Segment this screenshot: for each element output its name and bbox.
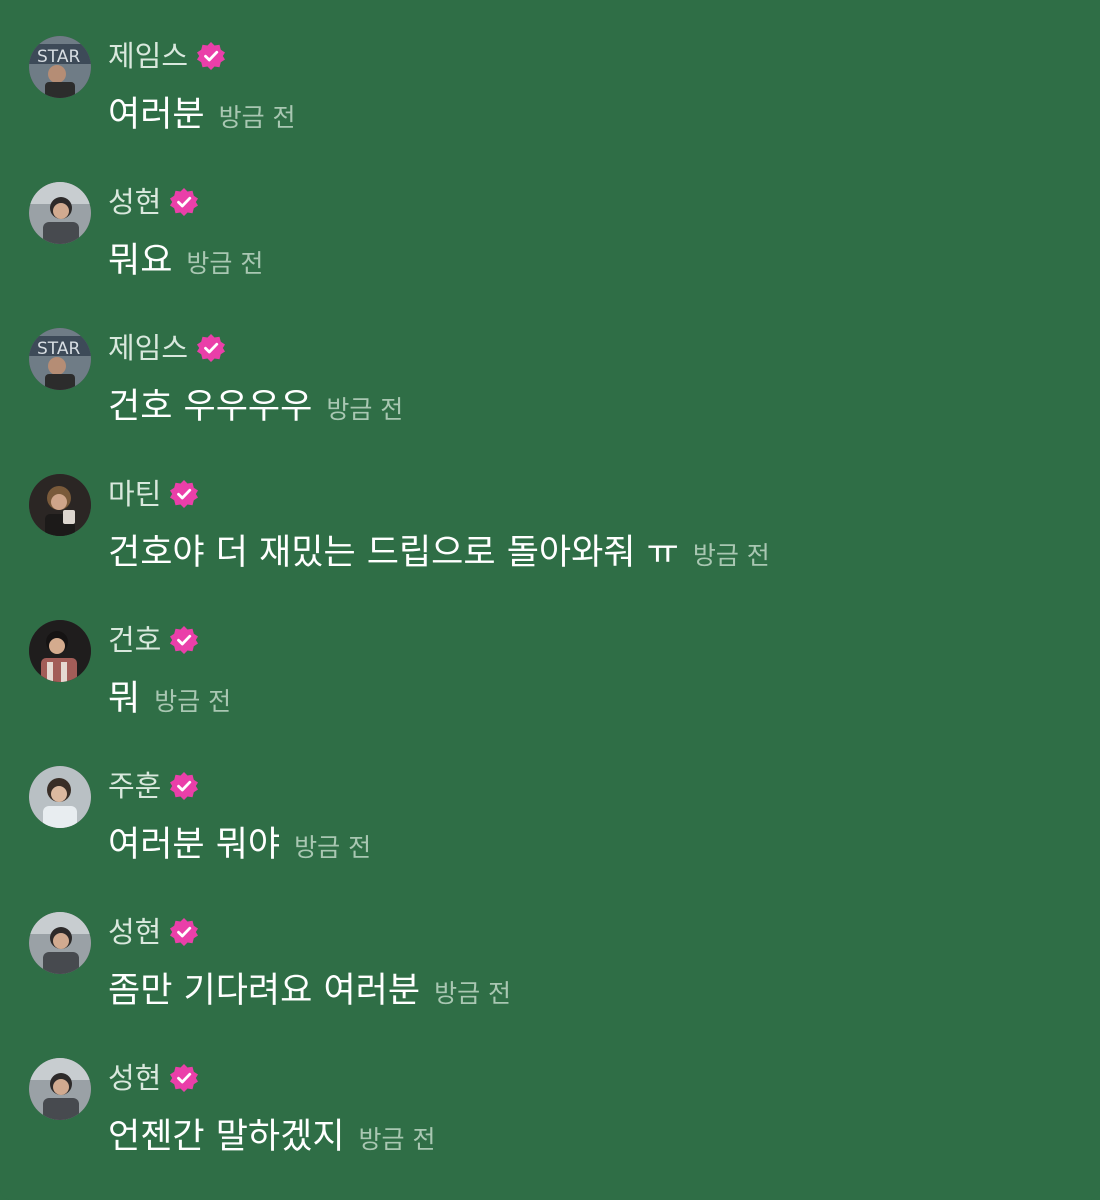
svg-text:STAR: STAR — [37, 339, 80, 359]
avatar-photo — [29, 620, 91, 682]
avatar[interactable]: STAR — [29, 328, 91, 390]
message-time: 방금 전 — [326, 395, 404, 424]
avatar[interactable]: STAR — [29, 36, 91, 98]
avatar[interactable] — [29, 182, 91, 244]
avatar-photo — [29, 474, 91, 536]
chat-message: STAR 제임스 건호 우우우우 방금 전 — [0, 292, 1100, 438]
message-body: 건호야 더 재밌는 드립으로 돌아와줘 ㅠ 방금 전 — [108, 530, 770, 578]
avatar-photo — [29, 912, 91, 974]
chat-message: 성현 좀만 기다려요 여러분 방금 전 — [0, 876, 1100, 1022]
message-time: 방금 전 — [186, 249, 264, 278]
message-header: 성현 — [108, 1056, 199, 1100]
message-header: 제임스 — [108, 326, 226, 370]
avatar-photo: STAR — [29, 36, 91, 98]
chat-message: 성현 뭐요 방금 전 — [0, 146, 1100, 292]
message-text: 뭐요 — [108, 241, 173, 281]
verified-badge-icon — [170, 480, 199, 508]
avatar-photo — [29, 1058, 91, 1120]
message-text: 언젠간 말하겠지 — [108, 1117, 345, 1157]
message-text: 여러분 뭐야 — [108, 825, 281, 865]
message-header: 성현 — [108, 180, 199, 224]
message-text: 뭐 — [108, 679, 141, 719]
verified-badge-icon — [197, 334, 226, 362]
sender-name[interactable]: 마틴 — [108, 474, 161, 514]
message-time: 방금 전 — [692, 541, 770, 570]
avatar[interactable] — [29, 1058, 91, 1120]
sender-name[interactable]: 성현 — [108, 182, 161, 222]
avatar[interactable] — [29, 620, 91, 682]
avatar-photo — [29, 766, 91, 828]
message-body: 건호 우우우우 방금 전 — [108, 384, 403, 432]
message-time: 방금 전 — [358, 1125, 436, 1154]
message-time: 방금 전 — [154, 687, 232, 716]
avatar-photo: STAR — [29, 328, 91, 390]
verified-badge-icon — [170, 188, 199, 216]
message-time: 방금 전 — [218, 103, 296, 132]
verified-badge-icon — [170, 1064, 199, 1092]
message-time: 방금 전 — [294, 833, 372, 862]
message-body: 언젠간 말하겠지 방금 전 — [108, 1114, 435, 1162]
message-body: 여러분 뭐야 방금 전 — [108, 822, 371, 870]
sender-name[interactable]: 성현 — [108, 912, 161, 952]
avatar[interactable] — [29, 474, 91, 536]
message-text: 건호 우우우우 — [108, 387, 313, 427]
message-header: 마틴 — [108, 472, 199, 516]
sender-name[interactable]: 제임스 — [108, 328, 188, 368]
verified-badge-icon — [170, 918, 199, 946]
svg-text:STAR: STAR — [37, 47, 80, 67]
message-header: 성현 — [108, 910, 199, 954]
verified-badge-icon — [197, 42, 226, 70]
chat-message-list[interactable]: STAR 제임스 여러분 방금 전 성현 뭐요 방금 전 STAR 제임스 건호… — [0, 0, 1100, 1200]
chat-message: 주훈 여러분 뭐야 방금 전 — [0, 730, 1100, 876]
sender-name[interactable]: 제임스 — [108, 36, 188, 76]
message-text: 건호야 더 재밌는 드립으로 돌아와줘 ㅠ — [108, 533, 679, 573]
chat-message: STAR 제임스 여러분 방금 전 — [0, 0, 1100, 146]
message-text: 좀만 기다려요 여러분 — [108, 971, 421, 1011]
verified-badge-icon — [170, 626, 199, 654]
message-body: 뭐요 방금 전 — [108, 238, 263, 286]
message-body: 좀만 기다려요 여러분 방금 전 — [108, 968, 511, 1016]
message-text: 여러분 — [108, 95, 205, 135]
avatar[interactable] — [29, 912, 91, 974]
chat-message: 성현 언젠간 말하겠지 방금 전 — [0, 1022, 1100, 1168]
message-body: 여러분 방금 전 — [108, 92, 296, 140]
message-time: 방금 전 — [434, 979, 512, 1008]
message-header: 제임스 — [108, 34, 226, 78]
message-header: 건호 — [108, 618, 199, 662]
sender-name[interactable]: 성현 — [108, 1058, 161, 1098]
message-header: 주훈 — [108, 764, 199, 808]
chat-message: 마틴 건호야 더 재밌는 드립으로 돌아와줘 ㅠ 방금 전 — [0, 438, 1100, 584]
verified-badge-icon — [170, 772, 199, 800]
chat-message: 건호 뭐 방금 전 — [0, 584, 1100, 730]
avatar-photo — [29, 182, 91, 244]
sender-name[interactable]: 주훈 — [108, 766, 161, 806]
avatar[interactable] — [29, 766, 91, 828]
sender-name[interactable]: 건호 — [108, 620, 161, 660]
message-body: 뭐 방금 전 — [108, 676, 231, 724]
